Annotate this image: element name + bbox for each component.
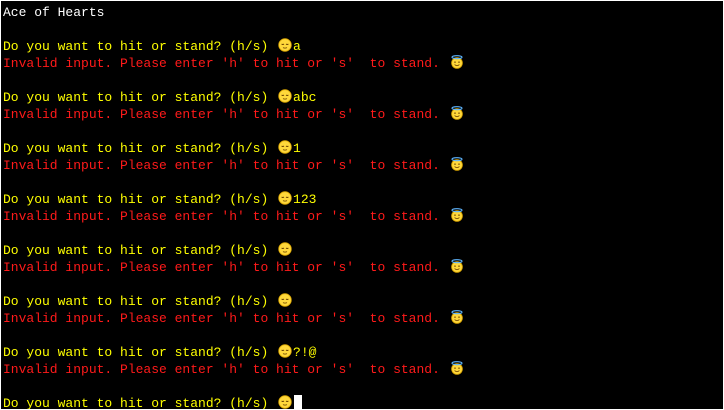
prompt-text: Do you want to hit or stand? (h/s) — [3, 396, 277, 409]
halo-smiling-face-icon — [450, 208, 464, 222]
error-message: Invalid input. Please enter 'h' to hit o… — [3, 260, 448, 275]
user-input: a — [293, 39, 301, 54]
error-line: Invalid input. Please enter 'h' to hit o… — [3, 157, 465, 174]
error-line: Invalid input. Please enter 'h' to hit o… — [3, 55, 465, 72]
halo-smiling-face-icon — [450, 106, 464, 120]
relieved-face-icon — [278, 395, 292, 409]
prompt-text: Do you want to hit or stand? (h/s) — [3, 141, 277, 156]
prompt-text: Do you want to hit or stand? (h/s) — [3, 243, 277, 258]
relieved-face-icon — [278, 242, 292, 256]
prompt-line[interactable]: Do you want to hit or stand? (h/s) — [3, 395, 303, 409]
relieved-face-icon — [278, 140, 292, 154]
prompt-line: Do you want to hit or stand? (h/s) abc — [3, 89, 316, 106]
error-message: Invalid input. Please enter 'h' to hit o… — [3, 107, 448, 122]
relieved-face-icon — [278, 293, 292, 307]
error-line: Invalid input. Please enter 'h' to hit o… — [3, 310, 465, 327]
relieved-face-icon — [278, 89, 292, 103]
halo-smiling-face-icon — [450, 361, 464, 375]
prompt-text: Do you want to hit or stand? (h/s) — [3, 90, 277, 105]
error-line: Invalid input. Please enter 'h' to hit o… — [3, 106, 465, 123]
prompt-text: Do you want to hit or stand? (h/s) — [3, 345, 277, 360]
relieved-face-icon — [278, 191, 292, 205]
prompt-line: Do you want to hit or stand? (h/s) — [3, 293, 293, 310]
prompt-text: Do you want to hit or stand? (h/s) — [3, 192, 277, 207]
prompt-line: Do you want to hit or stand? (h/s) — [3, 242, 293, 259]
user-input: 123 — [293, 192, 317, 207]
error-message: Invalid input. Please enter 'h' to hit o… — [3, 311, 448, 326]
user-input: 1 — [293, 141, 301, 156]
halo-smiling-face-icon — [450, 157, 464, 171]
error-message: Invalid input. Please enter 'h' to hit o… — [3, 362, 448, 377]
prompt-line: Do you want to hit or stand? (h/s) 123 — [3, 191, 316, 208]
halo-smiling-face-icon — [450, 310, 464, 324]
error-message: Invalid input. Please enter 'h' to hit o… — [3, 158, 448, 173]
user-input: ?!@ — [293, 345, 317, 360]
error-line: Invalid input. Please enter 'h' to hit o… — [3, 361, 465, 378]
prompt-line: Do you want to hit or stand? (h/s) 1 — [3, 140, 301, 157]
text-cursor[interactable] — [294, 395, 303, 409]
prompt-line: Do you want to hit or stand? (h/s) a — [3, 38, 301, 55]
halo-smiling-face-icon — [450, 55, 464, 69]
prompt-text: Do you want to hit or stand? (h/s) — [3, 294, 277, 309]
relieved-face-icon — [278, 38, 292, 52]
terminal-title: Ace of Hearts — [3, 5, 105, 20]
terminal-window[interactable]: Ace of Hearts Do you want to hit or stan… — [1, 1, 723, 409]
error-line: Invalid input. Please enter 'h' to hit o… — [3, 259, 465, 276]
prompt-text: Do you want to hit or stand? (h/s) — [3, 39, 277, 54]
error-message: Invalid input. Please enter 'h' to hit o… — [3, 209, 448, 224]
user-input: abc — [293, 90, 317, 105]
prompt-line: Do you want to hit or stand? (h/s) ?!@ — [3, 344, 316, 361]
error-line: Invalid input. Please enter 'h' to hit o… — [3, 208, 465, 225]
error-message: Invalid input. Please enter 'h' to hit o… — [3, 56, 448, 71]
halo-smiling-face-icon — [450, 259, 464, 273]
relieved-face-icon — [278, 344, 292, 358]
